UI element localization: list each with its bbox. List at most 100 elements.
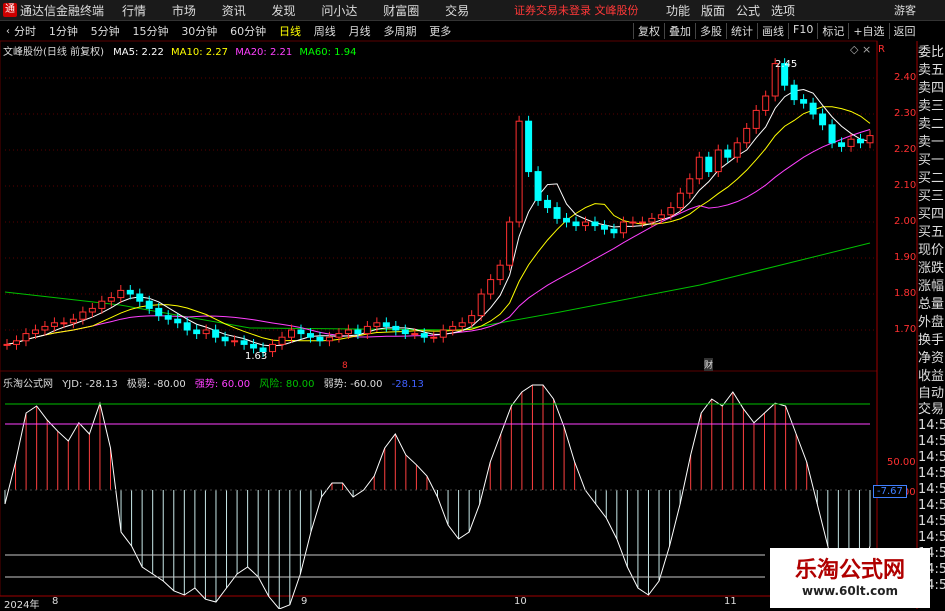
event-mark-2[interactable]: 财 bbox=[704, 358, 714, 371]
candle-body bbox=[487, 279, 495, 295]
strong-value: 强势: 60.00 bbox=[194, 379, 251, 390]
candle-body bbox=[449, 325, 457, 331]
date-month-10: 10 bbox=[514, 596, 527, 607]
candle-body bbox=[819, 113, 827, 126]
side-lower-item: 14:56 bbox=[918, 498, 945, 513]
side-lower-item: 14:56 bbox=[918, 418, 945, 433]
candle-body bbox=[306, 333, 314, 338]
price-tick-190: 1.90 bbox=[894, 252, 917, 263]
candle-body bbox=[733, 142, 741, 158]
candle-body bbox=[638, 221, 646, 224]
candle-body bbox=[193, 329, 201, 335]
price-grid bbox=[5, 77, 876, 331]
price-tick-200: 2.00 bbox=[894, 216, 917, 227]
candle-body bbox=[335, 333, 343, 338]
side-item: 卖二 bbox=[918, 117, 945, 132]
candle-body bbox=[809, 102, 817, 115]
side-lower-item: 14:56 bbox=[918, 434, 945, 449]
side-lower-item[interactable]: 自动 bbox=[918, 386, 945, 402]
candle-body bbox=[174, 318, 182, 324]
indicator-legend: 乐淘公式网 YJD: -28.13 极弱: -80.00 强势: 60.00 风… bbox=[3, 375, 430, 390]
date-month-8: 8 bbox=[52, 596, 59, 607]
watermark-url: www.60lt.com bbox=[801, 584, 899, 598]
candle-body bbox=[50, 322, 58, 327]
candle-body bbox=[857, 138, 865, 144]
stock-label[interactable]: 文峰股份(日线 前复权) bbox=[3, 47, 104, 58]
candle-body bbox=[468, 315, 476, 324]
indicator-value-badge: -7.67 bbox=[873, 485, 907, 498]
candle-body bbox=[544, 199, 552, 209]
candle-body bbox=[610, 228, 618, 234]
side-item: 买四 bbox=[918, 207, 945, 222]
candle-body bbox=[477, 293, 485, 317]
candle-body bbox=[506, 221, 514, 266]
date-month-9: 9 bbox=[301, 596, 308, 607]
candle-body bbox=[847, 138, 855, 147]
candle-body bbox=[563, 217, 571, 223]
price-tick-210: 2.10 bbox=[894, 180, 917, 191]
oscillator bbox=[4, 384, 871, 609]
watermark: 乐淘公式网 www.60lt.com bbox=[770, 548, 930, 608]
ma20-line bbox=[6, 129, 871, 345]
price-tick-170: 1.70 bbox=[894, 324, 917, 335]
candle-body bbox=[743, 127, 751, 144]
price-tick-240: 2.40 bbox=[894, 72, 917, 83]
candle-body bbox=[695, 156, 703, 180]
candle-body bbox=[155, 307, 163, 317]
extreme-weak-value: 极弱: -80.00 bbox=[126, 379, 186, 390]
side-item: 收益 bbox=[918, 369, 945, 384]
candle-body bbox=[88, 307, 96, 313]
chart-settings-icon[interactable]: ◇ × bbox=[850, 43, 871, 56]
candle-body bbox=[183, 322, 191, 331]
low-label: 1.63 bbox=[245, 351, 268, 362]
yjd-value: YJD: -28.13 bbox=[62, 379, 118, 390]
candles bbox=[3, 58, 874, 357]
side-lower-item: 14:56 bbox=[918, 450, 945, 465]
candle-body bbox=[619, 221, 627, 234]
candle-body bbox=[126, 289, 134, 295]
candle-body bbox=[164, 315, 172, 320]
date-month-11: 11 bbox=[724, 596, 737, 607]
candle-body bbox=[325, 336, 333, 342]
ma5-value: MA5: 2.22 bbox=[113, 47, 164, 58]
main-chart-frame bbox=[0, 40, 878, 372]
candle-body bbox=[297, 329, 305, 335]
candle-body bbox=[354, 329, 362, 335]
side-item: 现价 bbox=[918, 243, 945, 258]
candle-body bbox=[31, 329, 39, 335]
indicator-tick-50: 50.00 bbox=[887, 457, 916, 468]
side-item: 卖三 bbox=[918, 99, 945, 114]
candle-body bbox=[828, 124, 836, 144]
candle-body bbox=[458, 322, 466, 327]
candle-body bbox=[724, 149, 732, 158]
candle-body bbox=[107, 297, 115, 302]
candle-body bbox=[202, 329, 210, 335]
candle-body bbox=[60, 322, 68, 325]
side-lower-item: 14:56 bbox=[918, 514, 945, 529]
candle-body bbox=[496, 264, 504, 281]
candle-body bbox=[420, 333, 428, 338]
chart-canvas[interactable] bbox=[0, 0, 945, 609]
candle-body bbox=[439, 329, 447, 338]
candle-body bbox=[363, 325, 371, 335]
candle-body bbox=[221, 336, 229, 342]
candle-body bbox=[22, 333, 30, 342]
candle-body bbox=[553, 207, 561, 219]
watermark-title: 乐淘公式网 bbox=[794, 558, 905, 583]
side-item: 涨幅 bbox=[918, 279, 945, 294]
side-item: 买二 bbox=[918, 171, 945, 186]
ma60-value: MA60: 1.94 bbox=[299, 47, 357, 58]
candle-body bbox=[714, 149, 722, 173]
candle-body bbox=[79, 311, 87, 320]
candle-body bbox=[288, 329, 296, 338]
event-mark-1[interactable]: 8 bbox=[342, 361, 348, 371]
main-chart-legend: 文峰股份(日线 前复权) MA5: 2.22 MA10: 2.27 MA20: … bbox=[3, 43, 356, 58]
high-label: 2.45 bbox=[775, 59, 798, 70]
candle-body bbox=[411, 333, 419, 336]
indicator-name[interactable]: 乐淘公式网 bbox=[3, 379, 53, 390]
candle-body bbox=[866, 135, 874, 144]
side-item: 卖五 bbox=[918, 63, 945, 78]
side-lower-item[interactable]: 交易 bbox=[918, 402, 945, 418]
r-badge: R bbox=[878, 44, 885, 55]
candle-body bbox=[790, 84, 798, 101]
